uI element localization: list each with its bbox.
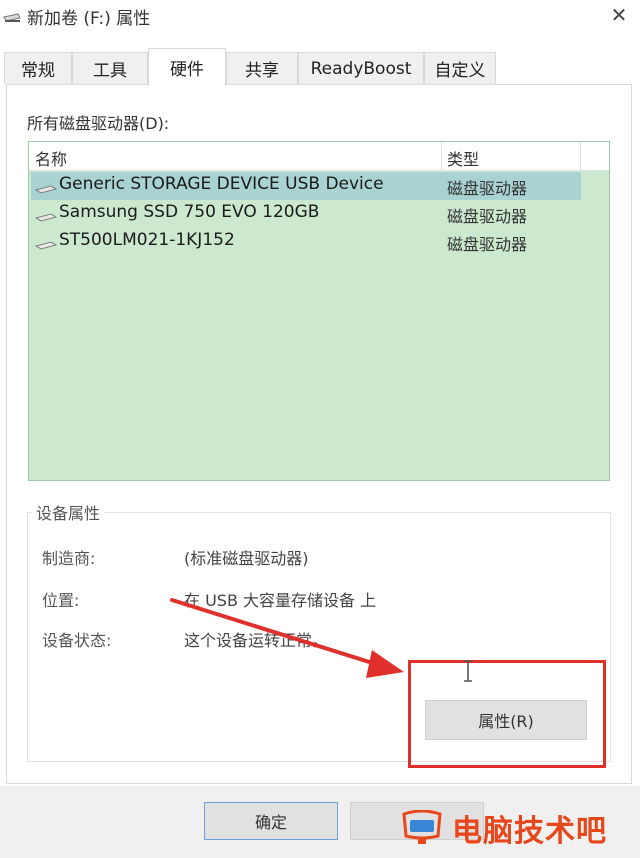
text-cursor-icon [464,660,472,682]
watermark-text: 电脑技术吧 [452,814,607,849]
watermark: 电脑技术吧 [398,808,607,849]
annotation-highlight-box [408,660,606,768]
monitor-logo-icon [402,810,442,844]
tab-label: 硬件 [170,60,204,80]
ok-button[interactable]: 确定 [204,802,338,840]
button-label: 确定 [254,813,287,832]
tab-hardware[interactable]: 硬件 [148,48,226,86]
